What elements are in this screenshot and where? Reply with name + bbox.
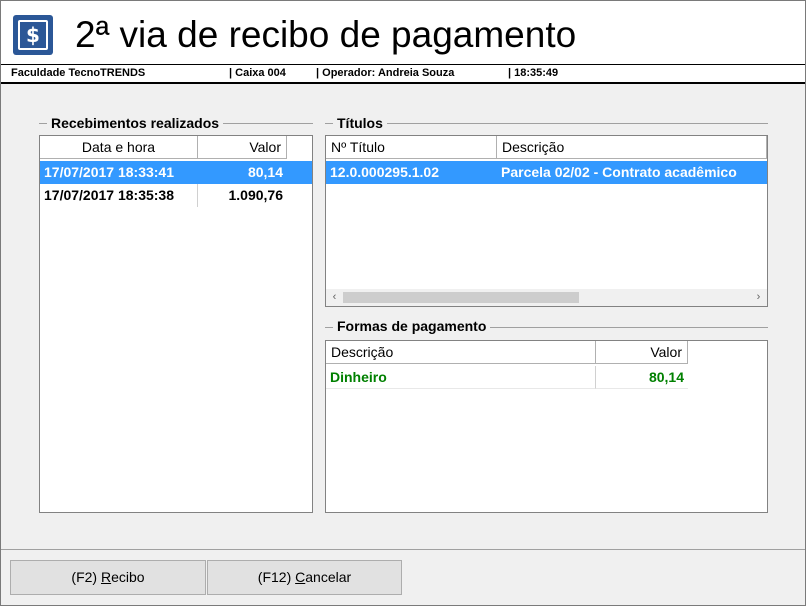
- column-header-descricao[interactable]: Descrição: [326, 341, 596, 364]
- caixa-label: | Caixa 004: [229, 67, 286, 79]
- titulos-group-line: [325, 123, 768, 124]
- table-row[interactable]: 17/07/2017 18:35:38 1.090,76: [40, 184, 287, 207]
- row-descricao: Dinheiro: [326, 366, 596, 389]
- recebimentos-list[interactable]: Data e hora Valor 17/07/2017 18:33:41 80…: [39, 135, 313, 513]
- receipt-window: $ 2ª via de recibo de pagamento Faculdad…: [0, 0, 806, 606]
- titulos-list[interactable]: Nº Título Descrição 12.0.000295.1.02 Par…: [325, 135, 768, 307]
- scrollbar-thumb[interactable]: [343, 292, 579, 303]
- cancel-button-rest: ancelar: [305, 569, 352, 585]
- row-datetime: 17/07/2017 18:35:38: [40, 184, 198, 207]
- row-valor: 80,14: [596, 366, 688, 389]
- table-row[interactable]: 17/07/2017 18:33:41 80,14: [40, 161, 312, 184]
- dollar-sign-glyph: $: [18, 20, 48, 50]
- recibo-button[interactable]: (F2) Recibo: [10, 560, 206, 595]
- titulos-group-label: Títulos: [333, 115, 387, 131]
- scroll-left-icon[interactable]: ‹: [326, 289, 343, 306]
- column-header-valor[interactable]: Valor: [198, 136, 287, 159]
- recebimentos-group-label: Recebimentos realizados: [47, 115, 224, 131]
- column-header-descricao[interactable]: Descrição: [497, 136, 767, 159]
- column-header-valor[interactable]: Valor: [596, 341, 688, 364]
- cancel-button[interactable]: (F12) Cancelar: [207, 560, 402, 595]
- institution-name: Faculdade TecnoTRENDS: [11, 67, 146, 79]
- operator-label: | Operador: Andreia Souza: [316, 67, 455, 79]
- info-bar: Faculdade TecnoTRENDS | Caixa 004 | Oper…: [1, 64, 805, 84]
- row-valor: 80,14: [198, 161, 287, 184]
- column-header-numero[interactable]: Nº Título: [326, 136, 497, 159]
- recibo-button-rest: ecibo: [111, 569, 145, 585]
- row-valor: 1.090,76: [228, 187, 284, 203]
- formas-list[interactable]: Descrição Valor Dinheiro 80,14: [325, 340, 768, 513]
- row-datetime: 17/07/2017 18:33:41: [40, 161, 198, 184]
- table-row[interactable]: 12.0.000295.1.02 Parcela 02/02 - Contrat…: [326, 161, 767, 184]
- header: $ 2ª via de recibo de pagamento: [1, 1, 805, 64]
- cancel-button-prefix: (F12): [257, 569, 296, 585]
- dollar-icon: $: [13, 15, 53, 55]
- formas-group-label: Formas de pagamento: [333, 318, 491, 334]
- time-label: | 18:35:49: [508, 67, 559, 79]
- row-filler: [287, 161, 312, 184]
- column-header-datetime[interactable]: Data e hora: [40, 136, 198, 159]
- row-descricao: Parcela 02/02 - Contrato acadêmico: [497, 161, 767, 184]
- footer-divider: [1, 549, 805, 550]
- cancel-button-hotkey: C: [295, 569, 306, 585]
- page-title: 2ª via de recibo de pagamento: [75, 14, 577, 55]
- horizontal-scrollbar[interactable]: ‹ ›: [326, 289, 767, 306]
- row-numero: 12.0.000295.1.02: [326, 161, 497, 184]
- recibo-button-hotkey: R: [100, 569, 112, 585]
- table-row[interactable]: Dinheiro 80,14: [326, 366, 688, 389]
- recibo-button-prefix: (F2): [71, 569, 101, 585]
- scroll-right-icon[interactable]: ›: [750, 289, 767, 306]
